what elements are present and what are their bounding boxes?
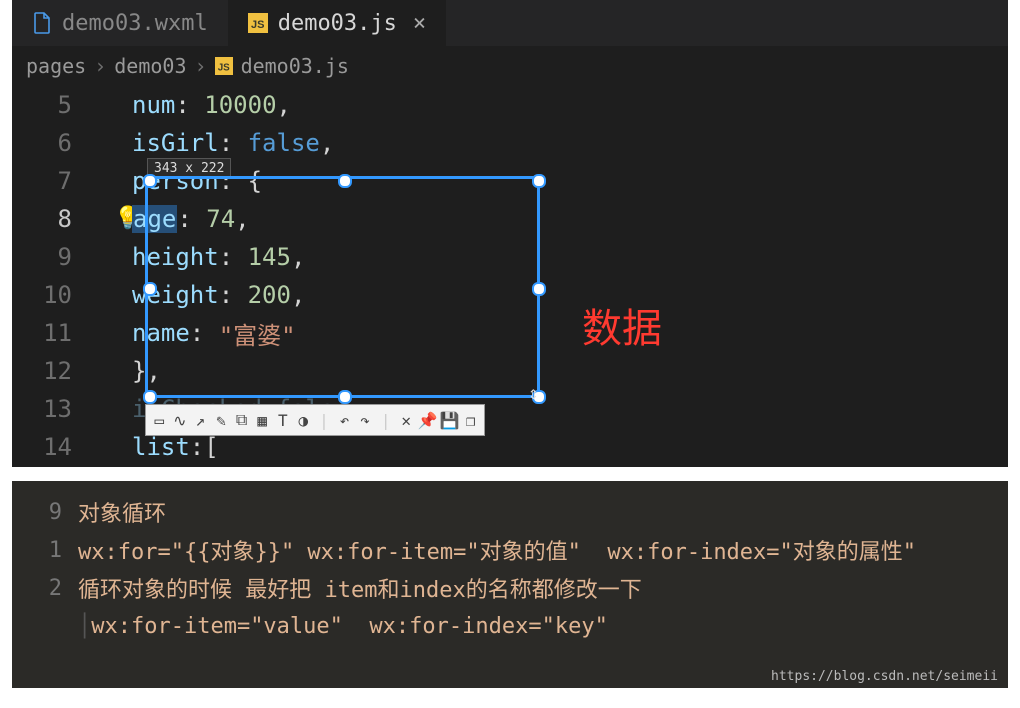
- breadcrumb[interactable]: pages › demo03 › JS demo03.js: [12, 46, 1008, 86]
- line-number: 13: [12, 390, 102, 428]
- prop-key: height: [132, 243, 219, 271]
- breadcrumb-item[interactable]: pages: [26, 54, 86, 78]
- js-icon: JS: [248, 13, 268, 33]
- pin-icon[interactable]: 📌: [418, 409, 438, 431]
- prop-key: name: [132, 319, 190, 347]
- line-number: 7: [12, 162, 102, 200]
- undo-icon[interactable]: ↶: [335, 409, 354, 431]
- line-number: 8: [12, 200, 102, 238]
- redo-icon[interactable]: ↷: [356, 409, 375, 431]
- file-icon: [32, 12, 52, 34]
- breadcrumb-item[interactable]: demo03: [114, 54, 186, 78]
- close-icon[interactable]: ×: [413, 11, 426, 36]
- list-item: 1 wx:for="{{对象}}" wx:for-item="对象的值" wx:…: [12, 531, 1008, 569]
- code-editor[interactable]: 5 6 7 8 9 10 11 12 13 14 💡 num: 10000, i…: [12, 86, 1008, 466]
- gutter: 5 6 7 8 9 10 11 12 13 14: [12, 86, 102, 466]
- tab-js[interactable]: JS demo03.js ×: [228, 0, 446, 46]
- list-item: │ wx:for-item="value" wx:for-index="key": [12, 607, 1008, 645]
- resize-handle[interactable]: [532, 174, 546, 188]
- prop-key: age: [132, 205, 177, 233]
- snippet-pane: 9 对象循环 1 wx:for="{{对象}}" wx:for-item="对象…: [12, 481, 1008, 688]
- line-number: 1: [12, 538, 62, 563]
- resize-handle[interactable]: [532, 282, 546, 296]
- arrow-tool-icon[interactable]: ↗: [191, 409, 210, 431]
- watermark: https://blog.csdn.net/seimeii: [771, 669, 998, 684]
- line-number: 11: [12, 314, 102, 352]
- line-number: 9: [12, 500, 62, 525]
- line-number: 12: [12, 352, 102, 390]
- line-number: 10: [12, 276, 102, 314]
- js-icon: JS: [215, 57, 233, 75]
- freehand-tool-icon[interactable]: ∿: [171, 409, 190, 431]
- line-number: 5: [12, 86, 102, 124]
- svg-text:JS: JS: [251, 19, 264, 31]
- tab-wxml[interactable]: demo03.wxml: [12, 0, 228, 46]
- line-number: 14: [12, 428, 102, 466]
- annotation-text: 数据: [582, 296, 662, 354]
- breadcrumb-item[interactable]: demo03.js: [241, 54, 349, 78]
- marker-tool-icon[interactable]: ⧉: [232, 409, 251, 431]
- chevron-right-icon: ›: [195, 54, 207, 78]
- tab-bar: demo03.wxml JS demo03.js ×: [12, 0, 1008, 46]
- editor-pane: demo03.wxml JS demo03.js × pages › demo0…: [12, 0, 1008, 467]
- svg-text:JS: JS: [217, 63, 229, 74]
- blur-tool-icon[interactable]: ◑: [294, 409, 313, 431]
- rect-tool-icon[interactable]: ▭: [150, 409, 169, 431]
- tab-label: demo03.js: [278, 11, 397, 36]
- list-item: 2 循环对象的时候 最好把 item和index的名称都修改一下: [12, 569, 1008, 607]
- prop-key: isGirl: [132, 129, 219, 157]
- i-beam-icon: ⇕: [528, 383, 539, 404]
- text-tool-icon[interactable]: T: [273, 409, 292, 431]
- prop-key: num: [132, 91, 175, 119]
- line-number: 6: [12, 124, 102, 162]
- tab-label: demo03.wxml: [62, 11, 208, 36]
- prop-key: weight: [132, 281, 219, 309]
- line-number: 9: [12, 238, 102, 276]
- list-item: 9 对象循环: [12, 493, 1008, 531]
- chevron-right-icon: ›: [94, 54, 106, 78]
- annotation-toolbar: ▭ ∿ ↗ ✎ ⧉ ▦ T ◑ | ↶ ↷ | ✕ 📌 💾 ❐: [145, 404, 485, 436]
- pen-tool-icon[interactable]: ✎: [212, 409, 231, 431]
- save-icon[interactable]: 💾: [439, 409, 459, 431]
- cancel-icon[interactable]: ✕: [397, 409, 416, 431]
- selection-dimensions: 343 x 222: [147, 158, 231, 179]
- prop-key: list: [132, 433, 190, 461]
- mosaic-tool-icon[interactable]: ▦: [253, 409, 272, 431]
- copy-icon[interactable]: ❐: [461, 409, 480, 431]
- line-number: 2: [12, 576, 62, 601]
